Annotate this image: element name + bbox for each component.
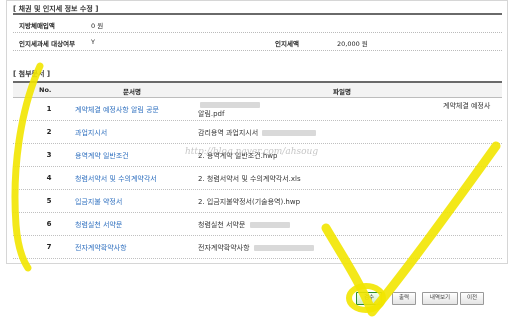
- highlight-overlay: [11, 62, 501, 317]
- highlight-checkmark: [321, 141, 501, 317]
- highlight-curve-left: [11, 62, 44, 272]
